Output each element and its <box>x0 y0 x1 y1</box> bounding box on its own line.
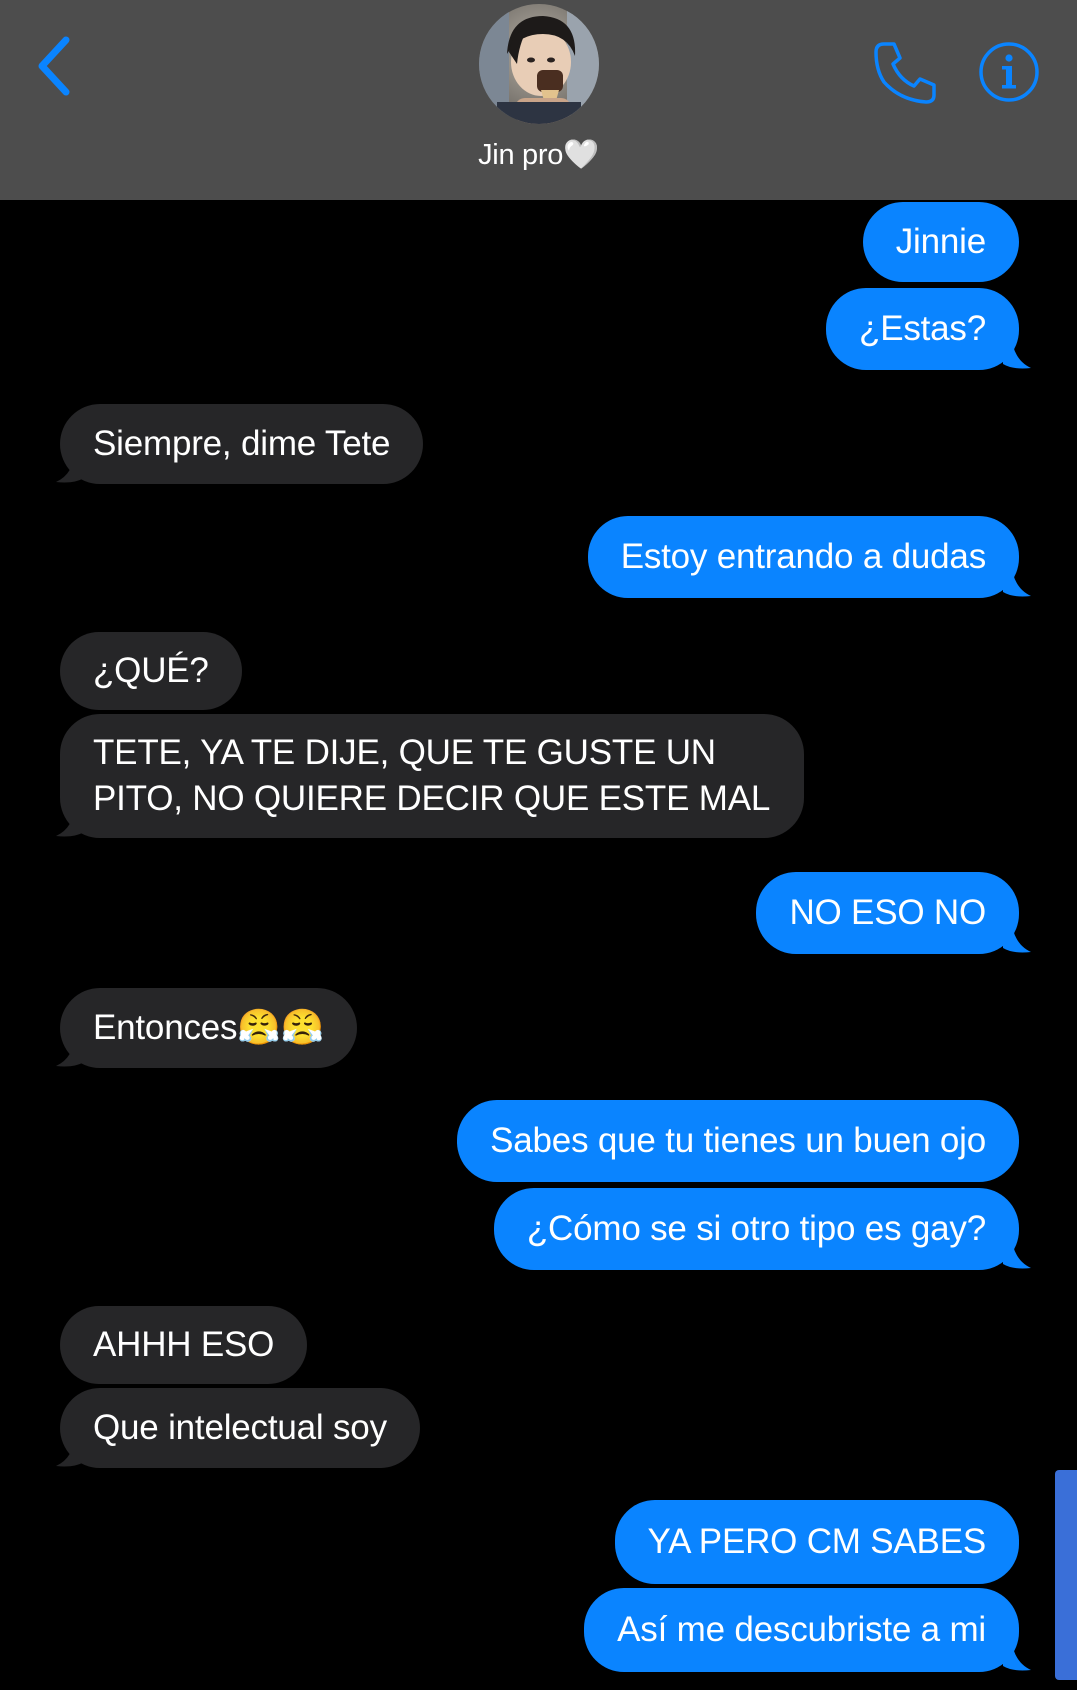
back-button[interactable] <box>30 32 90 102</box>
message-text: ¿Cómo se si otro tipo es gay? <box>526 1209 986 1248</box>
message-text: NO ESO NO <box>789 893 986 932</box>
message-text: Entonces😤😤 <box>93 1008 325 1047</box>
scroll-indicator[interactable] <box>1055 1470 1077 1680</box>
call-button[interactable] <box>870 38 940 108</box>
message-bubble-outgoing[interactable]: ¿Cómo se si otro tipo es gay? <box>493 1188 1019 1270</box>
message-bubble-outgoing[interactable]: Así me descubriste a mi <box>584 1588 1019 1672</box>
contact-avatar[interactable] <box>479 4 599 124</box>
info-icon <box>979 42 1039 102</box>
bubble-tail <box>56 1432 84 1467</box>
message-bubble-incoming[interactable]: AHHH ESO <box>60 1306 308 1384</box>
message-text: Estoy entrando a dudas <box>620 537 987 576</box>
message-bubble-incoming[interactable]: Que intelectual soy <box>60 1388 420 1468</box>
message-bubble-outgoing[interactable]: Jinnie <box>862 202 1019 282</box>
bubble-tail <box>56 802 84 837</box>
white-heart-emoji: 🤍 <box>563 139 599 171</box>
message-text: Sabes que tu tienes un buen ojo <box>490 1121 986 1160</box>
bubble-tail <box>1003 334 1031 369</box>
message-bubble-outgoing[interactable]: Estoy entrando a dudas <box>587 516 1019 598</box>
bubble-tail <box>1003 562 1031 597</box>
bubble-tail <box>1003 918 1031 953</box>
message-thread[interactable]: Jinnie ¿Estas? Siempre, dime Tete Estoy … <box>0 200 1077 1690</box>
contact-name[interactable]: Jin pro🤍 <box>0 138 1077 172</box>
message-bubble-incoming[interactable]: ¿QUÉ? <box>60 632 242 710</box>
contact-name-text: Jin pro <box>478 139 564 171</box>
conversation-header: Jin pro🤍 <box>0 0 1077 200</box>
message-text: TETE, YA TE DIJE, QUE TE GUSTE UN PITO, … <box>93 733 771 818</box>
phone-icon <box>874 42 936 104</box>
message-text: Siempre, dime Tete <box>93 424 391 463</box>
message-text: Jinnie <box>895 222 986 261</box>
bubble-tail <box>56 1032 84 1067</box>
message-bubble-outgoing[interactable]: Sabes que tu tienes un buen ojo <box>457 1100 1019 1182</box>
message-text: YA PERO CM SABES <box>647 1522 987 1561</box>
avatar-photo <box>479 4 599 124</box>
message-bubble-incoming[interactable]: TETE, YA TE DIJE, QUE TE GUSTE UN PITO, … <box>60 714 804 838</box>
message-text: Que intelectual soy <box>93 1408 387 1447</box>
message-text: ¿Estas? <box>859 309 986 348</box>
bubble-tail <box>1003 1234 1031 1269</box>
message-bubble-incoming[interactable]: Entonces😤😤 <box>60 988 358 1068</box>
bubble-tail <box>1003 1636 1031 1671</box>
message-bubble-outgoing[interactable]: YA PERO CM SABES <box>614 1500 1019 1584</box>
message-bubble-incoming[interactable]: Siempre, dime Tete <box>60 404 424 484</box>
message-text: Así me descubriste a mi <box>617 1610 986 1649</box>
message-bubble-outgoing[interactable]: NO ESO NO <box>756 872 1019 954</box>
message-text: AHHH ESO <box>93 1325 275 1364</box>
message-text: ¿QUÉ? <box>93 651 209 690</box>
info-button[interactable] <box>977 40 1041 104</box>
chevron-left-icon <box>38 36 70 96</box>
message-bubble-outgoing[interactable]: ¿Estas? <box>826 288 1019 370</box>
bubble-tail <box>56 448 84 483</box>
